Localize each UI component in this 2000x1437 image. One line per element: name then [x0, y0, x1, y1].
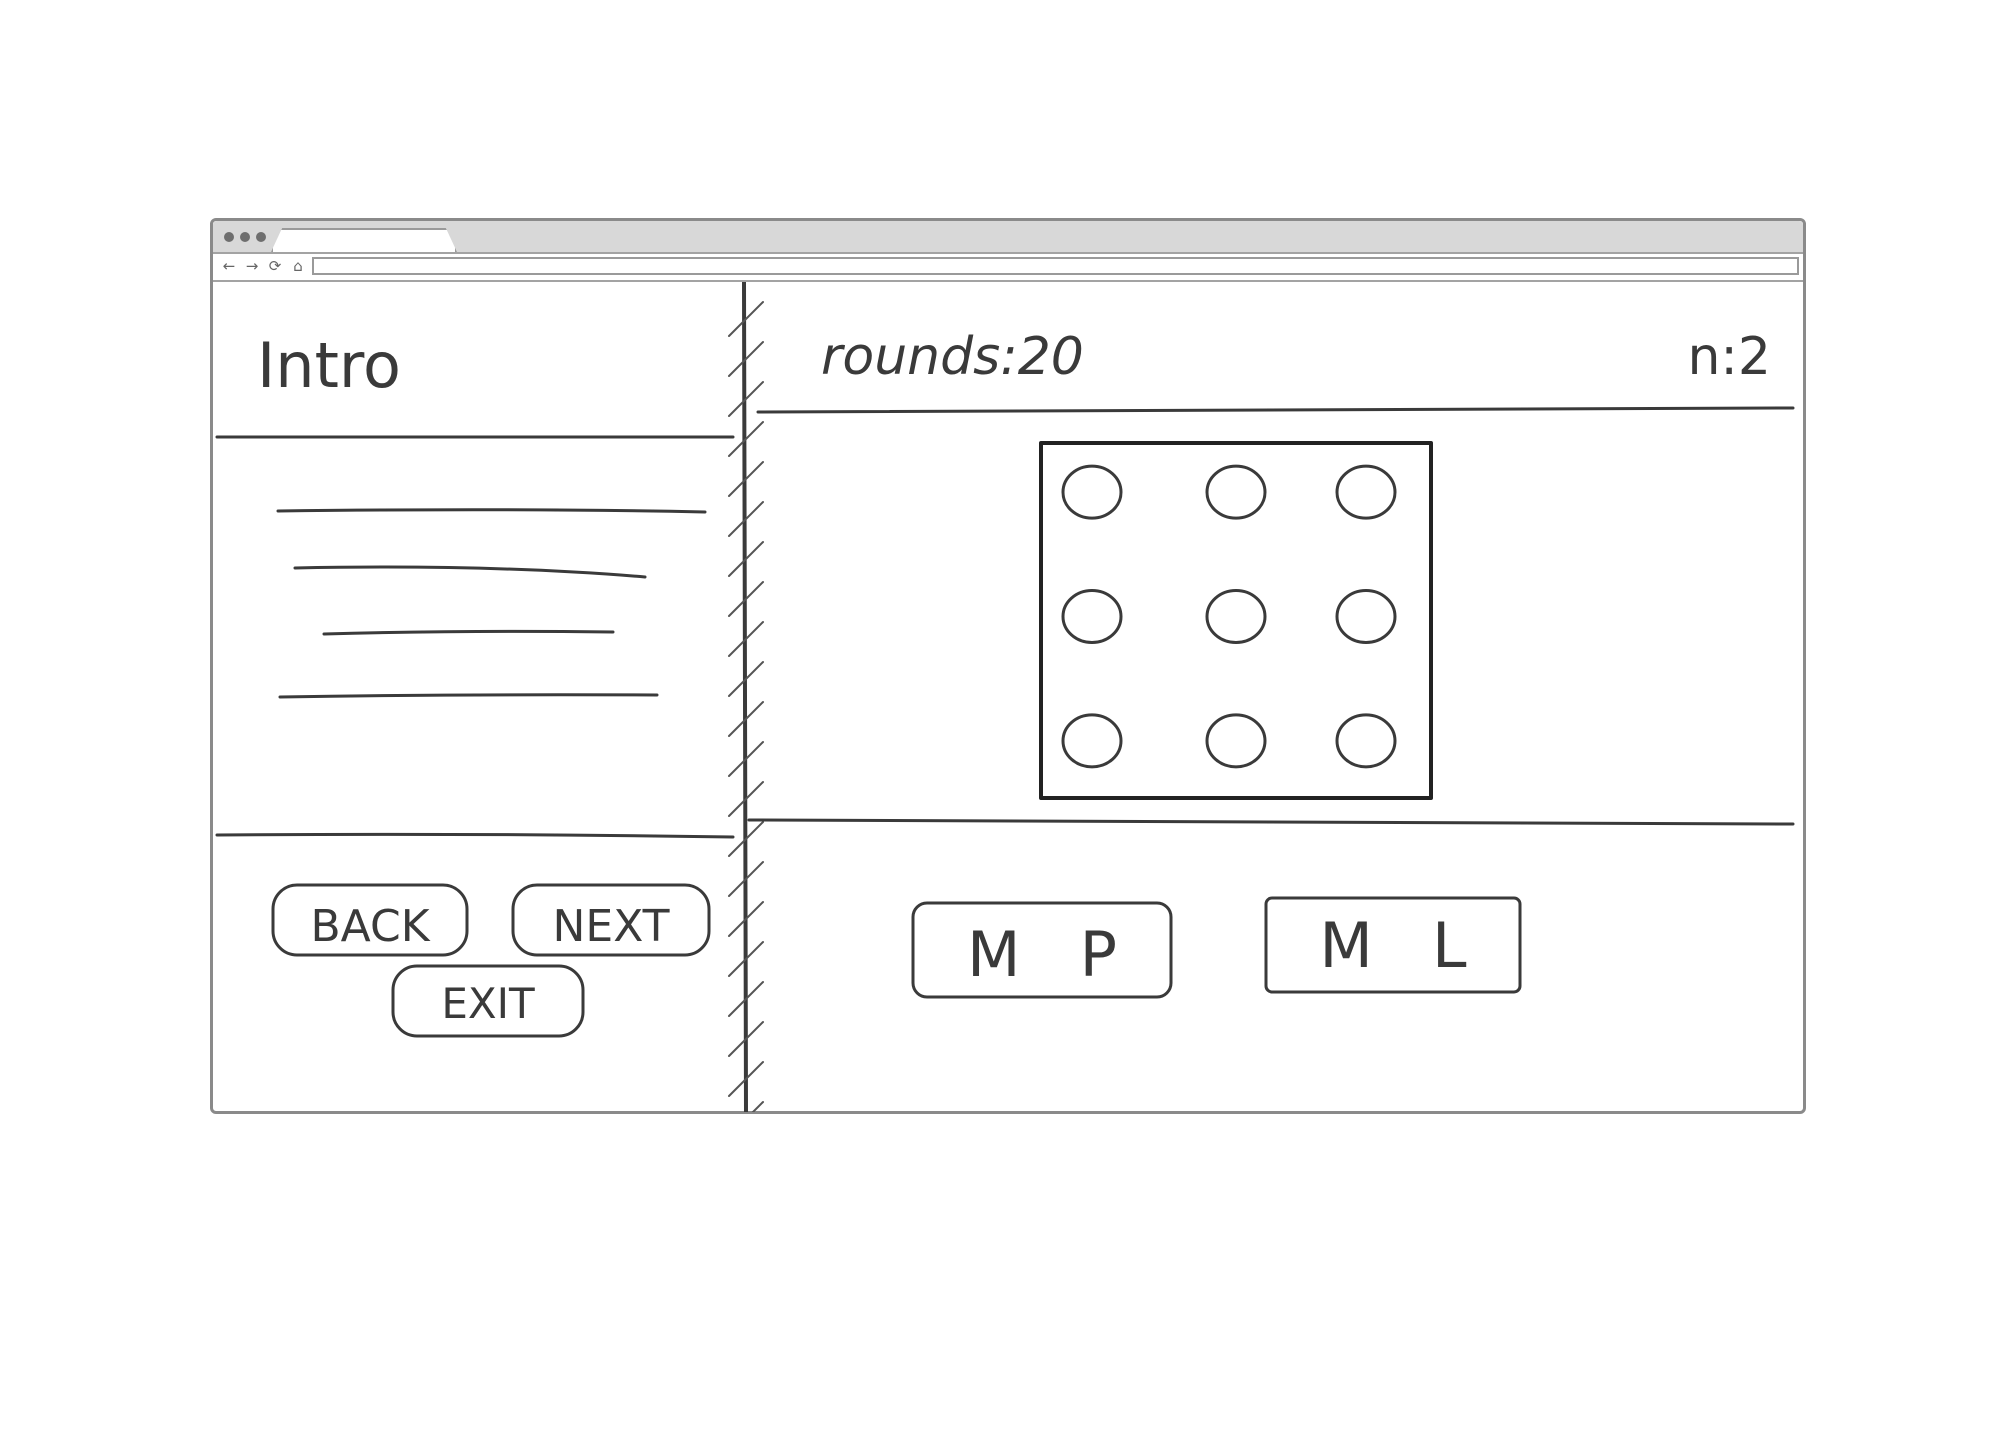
- intro-text-placeholder: [276, 508, 707, 699]
- grid-dot: [1061, 589, 1123, 644]
- text-line: [322, 629, 615, 636]
- window-dot-icon[interactable]: [240, 232, 250, 242]
- grid-dot: [1061, 464, 1123, 520]
- grid-dot: [1205, 464, 1267, 520]
- grid-dot: [1335, 464, 1397, 520]
- mp-button[interactable]: M P: [911, 901, 1173, 999]
- forward-arrow-icon[interactable]: →: [242, 256, 262, 276]
- text-line: [293, 565, 647, 579]
- grid-dot: [1061, 713, 1123, 769]
- window-controls: [224, 232, 266, 242]
- text-line: [276, 508, 707, 514]
- next-button[interactable]: NEXT: [511, 883, 711, 957]
- grid-dot: [1205, 713, 1267, 769]
- text-line: [278, 693, 659, 699]
- stimulus-dot-grid: [1061, 464, 1397, 769]
- stimulus-grid-frame: [1039, 441, 1433, 800]
- browser-window: ← → ⟳ ⌂ Intro BACK NEXT EXIT rounds:20 n…: [210, 218, 1806, 1114]
- home-icon[interactable]: ⌂: [288, 256, 308, 276]
- divider-right-bottom: [747, 818, 1795, 826]
- ml-button[interactable]: M L: [1264, 896, 1522, 994]
- n-value: n:2: [1687, 327, 1771, 387]
- exit-button[interactable]: EXIT: [391, 964, 585, 1038]
- address-bar[interactable]: [312, 257, 1799, 275]
- sketch-canvas: Intro BACK NEXT EXIT rounds:20 n:2 M P M…: [215, 282, 1795, 1112]
- divider-left-bottom: [215, 832, 735, 839]
- back-button-label: BACK: [310, 901, 430, 952]
- ml-button-label: M L: [1319, 909, 1467, 982]
- navigation-bar: ← → ⟳ ⌂: [213, 254, 1803, 282]
- exit-button-label: EXIT: [441, 979, 535, 1028]
- mp-button-label: M P: [967, 918, 1117, 991]
- window-dot-icon[interactable]: [256, 232, 266, 242]
- divider-right-top: [756, 406, 1795, 414]
- tab-bar: [213, 221, 1803, 254]
- grid-dot: [1205, 589, 1267, 644]
- next-button-label: NEXT: [553, 901, 670, 952]
- back-arrow-icon[interactable]: ←: [219, 256, 239, 276]
- browser-tab[interactable]: [271, 228, 457, 252]
- back-button[interactable]: BACK: [271, 883, 469, 957]
- grid-dot: [1335, 589, 1397, 644]
- panel-divider[interactable]: [728, 282, 764, 1112]
- rounds-counter: rounds:20: [821, 327, 1084, 387]
- grid-dot: [1335, 713, 1397, 769]
- window-dot-icon[interactable]: [224, 232, 234, 242]
- reload-icon[interactable]: ⟳: [265, 256, 285, 276]
- intro-title: Intro: [257, 329, 401, 402]
